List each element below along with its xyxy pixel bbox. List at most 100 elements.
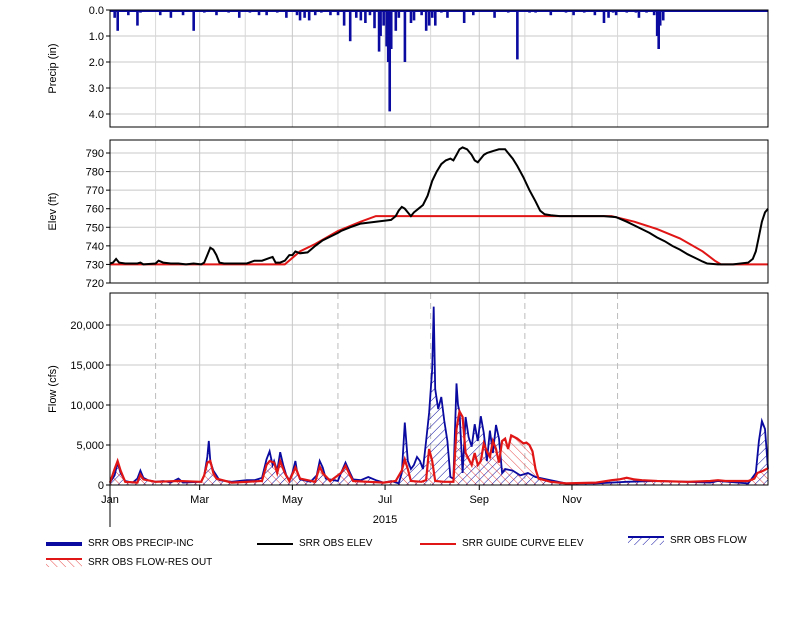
legend-label-elev: SRR OBS ELEV [299,538,373,549]
legend-item-flow: SRR OBS FLOW [628,534,747,546]
legend-label-guide: SRR GUIDE CURVE ELEV [462,538,584,549]
precip-bar [307,10,311,21]
precip-bar [382,10,385,26]
x-tick-label: Sep [469,494,489,506]
precip-bar [342,10,346,26]
legend-swatch-guide [420,542,456,545]
precip-bar [607,10,610,18]
x-tick-label: Nov [562,494,582,506]
chart-canvas: 0.0 1.0 2.0 3.0 4.0 Precip (in) 720 730 740 750 76… [47,5,769,527]
precip-bar [285,10,288,18]
legend-label-precip: SRR OBS PRECIP-INC [88,538,194,549]
precip-bar [434,10,437,26]
precip-bar [427,10,431,26]
precip-bar [593,10,597,16]
y-tick-label: 770 [86,185,104,197]
x-tick-label: May [282,494,303,506]
precip-bar [169,10,173,18]
precip-bar [394,10,398,31]
precip-bar [412,10,416,21]
precip-bar [298,10,302,21]
x-tick-label: Jul [378,494,392,506]
precip-bar [354,10,358,18]
y-tick-label: 720 [86,278,104,290]
hydrograph-chart: 0.0 1.0 2.0 3.0 4.0 Precip (in) 720 730 740 750 76… [0,0,800,627]
precip-bar [364,10,367,23]
x-axis-label: 2015 [373,514,397,526]
precip-bar [116,10,119,31]
precip-bar [572,10,575,16]
y-axis-label: Elev (ft) [47,193,59,231]
y-tick-label: 15,000 [70,360,104,372]
precip-bar [113,10,116,18]
precip-bar [409,10,413,23]
y-tick-label: 1.0 [89,31,104,43]
precip-bar [295,10,299,16]
y-tick-label: 20,000 [70,320,104,332]
legend-swatch-resout [46,558,82,567]
precip-bar [516,10,519,60]
precip-bar [462,10,466,23]
precip-bar [549,10,553,16]
legend-item-guide: SRR GUIDE CURVE ELEV [420,538,584,549]
y-tick-label: 790 [86,148,104,160]
legend-item-resout: SRR OBS FLOW-RES OUT [46,556,212,568]
y-tick-label: 4.0 [89,109,104,121]
y-tick-label: 760 [86,204,104,216]
precip-bar [403,10,407,62]
precip-bar [303,10,306,18]
precip-bar [602,10,606,23]
precip-bar [215,10,218,16]
precip-bar [329,10,332,16]
precip-bar [471,10,475,16]
precip-bar [192,10,195,31]
y-tick-label: 0.0 [89,5,104,17]
precip-bar [373,10,376,29]
y-tick-label: 0 [98,480,104,492]
precip-bar [493,10,496,18]
y-tick-label: 750 [86,222,104,234]
precip-bar [313,10,317,16]
precip-bar [658,10,662,26]
precip-bar [661,10,665,21]
precip-bar [336,10,340,16]
legend-item-elev: SRR OBS ELEV [257,538,372,549]
precip-bar [652,10,656,16]
y-tick-label: 2.0 [89,57,104,69]
legend-swatch-flow [628,536,664,545]
precip-bar [257,10,261,16]
precip-bar [181,10,185,16]
y-tick-label: 5,000 [76,440,104,452]
precip-bar [397,10,401,18]
precip-bar [368,10,372,16]
y-axis-label: Flow (cfs) [47,365,59,413]
precip-bar [389,10,393,49]
precip-bar [348,10,352,42]
precip-bar [420,10,423,16]
legend: SRR OBS PRECIP-INC SRR OBS ELEV SRR GUID… [0,534,800,584]
precip-bar [446,10,449,18]
precip-bar [430,10,434,18]
plot-area [110,140,768,283]
precip-bar [265,10,268,16]
precip-bar [637,10,641,18]
y-tick-label: 780 [86,167,104,179]
panel-1: 720 730 740 750 760 770 780 790 Elev (ft) [47,140,768,290]
precip-bar [614,10,618,16]
legend-swatch-elev [257,542,293,545]
precip-bar [359,10,363,21]
y-tick-label: 730 [86,259,104,271]
precip-bar [158,10,162,16]
precip-bar [379,10,382,36]
precip-bar [237,10,241,18]
legend-swatch-precip [46,541,82,546]
precip-bar [127,10,130,16]
x-tick-label: Mar [190,494,209,506]
y-tick-label: 10,000 [70,400,104,412]
legend-label-resout: SRR OBS FLOW-RES OUT [88,556,213,568]
y-tick-label: 740 [86,241,104,253]
plot-area [110,10,768,127]
precip-bar [424,10,428,31]
legend-item-precip: SRR OBS PRECIP-INC [46,538,194,549]
y-tick-label: 3.0 [89,83,104,95]
